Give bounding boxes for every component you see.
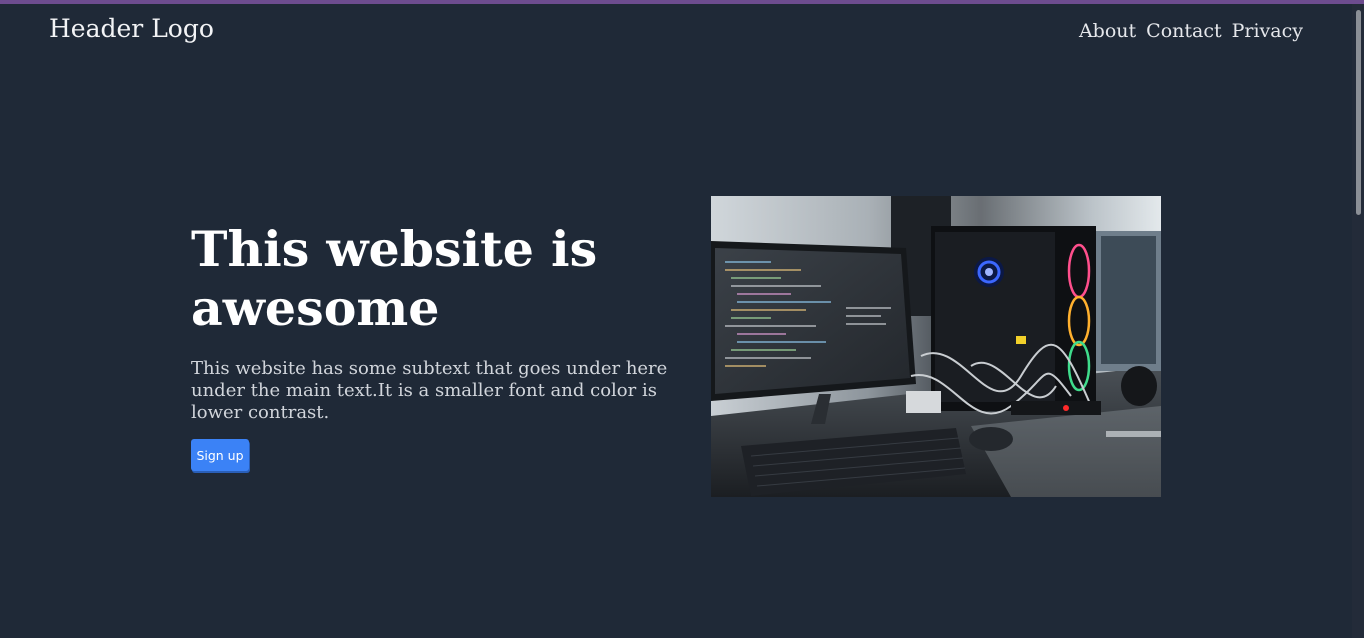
- site-header: Header Logo About Contact Privacy: [0, 4, 1352, 54]
- scrollbar-thumb[interactable]: [1356, 10, 1361, 215]
- vertical-scrollbar[interactable]: [1352, 4, 1364, 638]
- hero-text: This website is awesome This website has…: [191, 220, 691, 424]
- main-nav: About Contact Privacy: [1079, 18, 1303, 44]
- hero-subtitle: This website has some subtext that goes …: [191, 358, 668, 423]
- nav-link-contact[interactable]: Contact: [1146, 18, 1221, 44]
- sign-up-button[interactable]: Sign up: [191, 439, 249, 471]
- hero-image: [711, 196, 1161, 497]
- page: Header Logo About Contact Privacy This w…: [0, 0, 1364, 638]
- nav-link-about[interactable]: About: [1079, 18, 1136, 44]
- header-logo[interactable]: Header Logo: [49, 14, 214, 44]
- nav-link-privacy[interactable]: Privacy: [1232, 18, 1303, 44]
- computer-desk-photo: [711, 196, 1161, 497]
- hero-title: This website is awesome: [191, 220, 598, 337]
